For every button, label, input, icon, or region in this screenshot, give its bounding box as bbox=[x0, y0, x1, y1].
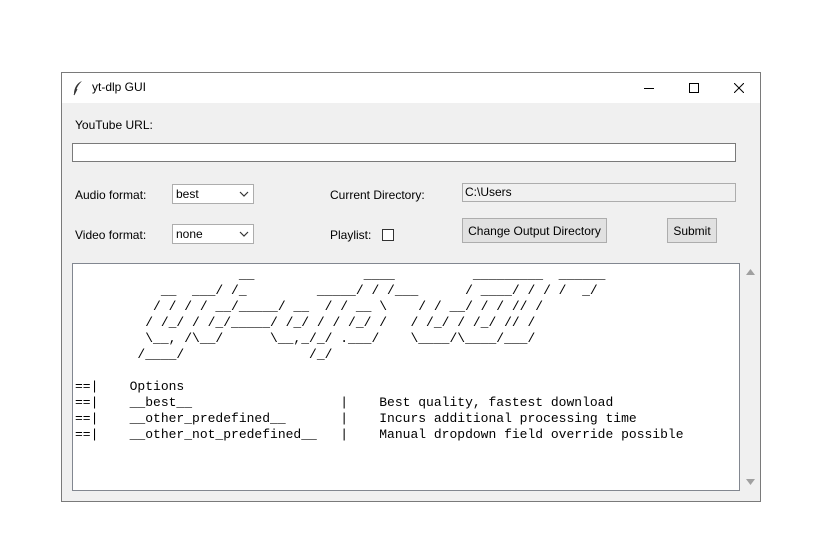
console-text: __ ____ _________ ______ __ ___/ /_ ____… bbox=[75, 267, 684, 442]
url-label: YouTube URL: bbox=[75, 118, 153, 132]
video-format-label: Video format: bbox=[75, 228, 147, 242]
triangle-up-icon bbox=[745, 269, 755, 275]
console-output[interactable]: __ ____ _________ ______ __ ___/ /_ ____… bbox=[72, 263, 740, 491]
chevron-down-icon bbox=[239, 231, 249, 237]
url-input[interactable] bbox=[72, 143, 736, 162]
audio-format-value: best bbox=[176, 187, 199, 201]
change-output-directory-button[interactable]: Change Output Directory bbox=[462, 218, 607, 243]
playlist-label: Playlist: bbox=[330, 228, 372, 242]
scroll-down-button[interactable] bbox=[741, 473, 759, 491]
audio-format-select[interactable]: best bbox=[172, 184, 254, 204]
scroll-up-button[interactable] bbox=[741, 263, 759, 281]
playlist-checkbox[interactable] bbox=[382, 229, 394, 241]
minimize-icon bbox=[643, 88, 654, 89]
video-format-select[interactable]: none bbox=[172, 224, 254, 244]
close-button[interactable] bbox=[716, 73, 761, 103]
video-format-value: none bbox=[176, 227, 203, 241]
audio-format-label: Audio format: bbox=[75, 188, 147, 202]
triangle-down-icon bbox=[745, 479, 755, 485]
window-title: yt-dlp GUI bbox=[92, 80, 147, 94]
maximize-button[interactable] bbox=[671, 73, 716, 103]
close-icon bbox=[733, 83, 744, 93]
current-directory-label: Current Directory: bbox=[330, 188, 425, 202]
vertical-scrollbar[interactable] bbox=[741, 263, 759, 491]
submit-button[interactable]: Submit bbox=[667, 218, 717, 243]
chevron-down-icon bbox=[239, 191, 249, 197]
title-bar[interactable]: yt-dlp GUI bbox=[62, 73, 760, 103]
minimize-button[interactable] bbox=[626, 73, 671, 103]
current-directory-field: C:\Users bbox=[462, 183, 736, 202]
feather-icon bbox=[72, 80, 84, 96]
maximize-icon bbox=[688, 83, 699, 93]
app-window: yt-dlp GUI YouTube URL: Audio format: be… bbox=[61, 72, 761, 502]
